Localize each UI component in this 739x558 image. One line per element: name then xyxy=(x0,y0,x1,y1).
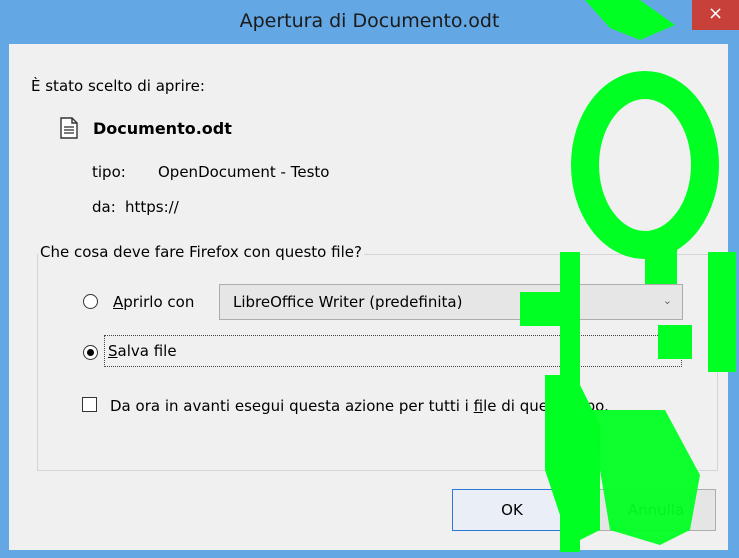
open-with-accel: A xyxy=(113,293,124,311)
close-icon: × xyxy=(707,3,724,24)
save-file-label[interactable]: Salva file xyxy=(108,342,177,360)
action-question: Che cosa deve fare Firefox con questo fi… xyxy=(38,243,364,261)
dialog-window: Apertura di Documento.odt × È stato scel… xyxy=(0,0,739,558)
save-file-text: alva file xyxy=(117,342,177,360)
app-select[interactable]: LibreOffice Writer (predefinita) ⌄ xyxy=(219,284,683,320)
remember-accel: f xyxy=(473,397,484,415)
focus-indicator xyxy=(104,335,682,367)
file-name: Documento.odt xyxy=(93,119,232,138)
open-with-radio[interactable] xyxy=(83,294,98,309)
window-title: Apertura di Documento.odt xyxy=(239,10,500,32)
from-value: https:// xyxy=(125,198,179,216)
remember-text-before: Da ora in avanti esegui questa azione pe… xyxy=(110,397,474,415)
document-icon xyxy=(60,117,78,139)
save-file-accel: S xyxy=(108,342,118,360)
type-value: OpenDocument - Testo xyxy=(158,163,330,181)
title-bar: Apertura di Documento.odt × xyxy=(0,0,739,44)
from-label: da: xyxy=(92,198,116,216)
close-button[interactable]: × xyxy=(692,0,739,30)
open-with-text: prirlo con xyxy=(123,293,195,311)
app-select-value: LibreOffice Writer (predefinita) xyxy=(233,293,463,311)
open-with-label[interactable]: Aprirlo con xyxy=(113,293,194,311)
type-label: tipo: xyxy=(92,163,126,181)
ok-button[interactable]: OK xyxy=(452,489,572,531)
chevron-down-icon: ⌄ xyxy=(662,294,672,307)
save-file-radio[interactable] xyxy=(83,345,98,360)
remember-checkbox[interactable] xyxy=(82,397,97,412)
chosen-header: È stato scelto di aprire: xyxy=(31,77,205,95)
radio-selected-dot xyxy=(87,349,94,356)
cancel-button[interactable]: Annulla xyxy=(596,489,716,531)
remember-text-after: ile di questo tipo. xyxy=(483,397,609,415)
remember-label[interactable]: Da ora in avanti esegui questa azione pe… xyxy=(110,397,609,415)
